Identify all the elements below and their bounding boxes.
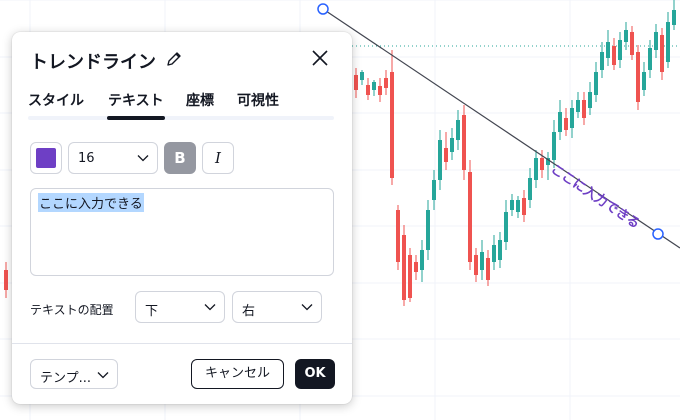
candle-body [408,255,412,298]
candle-body [522,198,526,215]
candle-body [654,32,658,50]
candle-body [576,100,580,112]
candle-body [648,48,652,70]
trendline-settings-dialog: トレンドライン スタイル テキスト 座標 可視性 16 B I ここに入力できる… [12,32,352,404]
candle-body [528,178,532,200]
italic-button[interactable]: I [202,142,234,174]
cancel-button[interactable]: キャンセル [191,359,284,389]
candle-body [504,212,508,242]
close-icon[interactable] [308,46,332,70]
candle-body [672,10,676,25]
candle-body [498,240,502,260]
candle-body [4,270,8,290]
candle-body [564,118,568,130]
candle-body [384,78,388,88]
selected-text: ここに入力できる [38,193,144,212]
trend-line-start-handle[interactable] [317,3,329,15]
chevron-down-icon [204,304,216,311]
template-select[interactable]: テンプ... [30,359,118,389]
tab-bar: スタイル テキスト 座標 可視性 [28,90,334,120]
candle-body [636,52,640,102]
candle-body [666,22,670,62]
font-size-select[interactable]: 16 [68,142,158,174]
candle-body [630,32,634,55]
candle-body [402,235,406,300]
candle-body [468,172,472,262]
candle-body [510,200,514,210]
candle-body [450,138,454,152]
candle-body [366,85,370,95]
candle-body [432,180,436,200]
candle-body [516,200,520,212]
candle-body [372,82,376,90]
candle-body [426,210,430,250]
chevron-down-icon [301,304,313,311]
tab-style[interactable]: スタイル [28,90,84,110]
chevron-down-icon [137,155,149,162]
trend-line-end-handle[interactable] [652,228,664,240]
text-color-button[interactable] [30,142,62,174]
candle-body [552,132,556,160]
text-align-label: テキストの配置 [30,303,114,317]
candle-body [594,72,598,95]
horizontal-align-select[interactable]: 右 [232,291,322,323]
candle-body [390,72,394,178]
font-size-value: 16 [78,151,95,166]
candle-body [456,120,460,140]
candle-body [558,112,562,132]
candle-body [624,30,628,42]
footer-divider [12,343,352,344]
candle-body [444,148,448,162]
candle-body [642,72,646,90]
text-input[interactable]: ここに入力できる [30,188,334,276]
candle-body [354,75,358,90]
tab-coordinates[interactable]: 座標 [186,90,214,110]
candle-body [492,245,496,262]
trend-line-label: ここに入力できる [548,161,643,232]
candle-body [360,72,364,80]
tab-text[interactable]: テキスト [107,90,165,120]
candle-body [570,108,574,128]
candle-body [582,100,586,118]
candle-body [660,35,664,72]
candle-body [462,115,466,170]
candle-body [618,40,622,60]
candle-body [486,258,490,280]
tab-visibility[interactable]: 可視性 [237,90,279,110]
candle-body [474,255,478,275]
candle-body [600,52,604,70]
candle-body [534,158,538,180]
pencil-icon[interactable] [165,50,183,68]
candle-body [396,210,400,262]
color-swatch [36,148,56,168]
candle-body [414,262,418,272]
candle-body [378,86,382,95]
candle-body [606,42,610,58]
candle-body [438,140,442,180]
candle-body [588,92,592,108]
vertical-align-select[interactable]: 下 [135,291,225,323]
candle-body [480,252,484,270]
bold-button[interactable]: B [164,142,196,174]
candle-body [540,158,544,170]
dialog-title: トレンドライン [30,52,156,73]
chevron-down-icon [97,372,109,379]
candle-body [612,46,616,65]
ok-button[interactable]: OK [295,359,335,389]
candle-body [420,250,424,270]
